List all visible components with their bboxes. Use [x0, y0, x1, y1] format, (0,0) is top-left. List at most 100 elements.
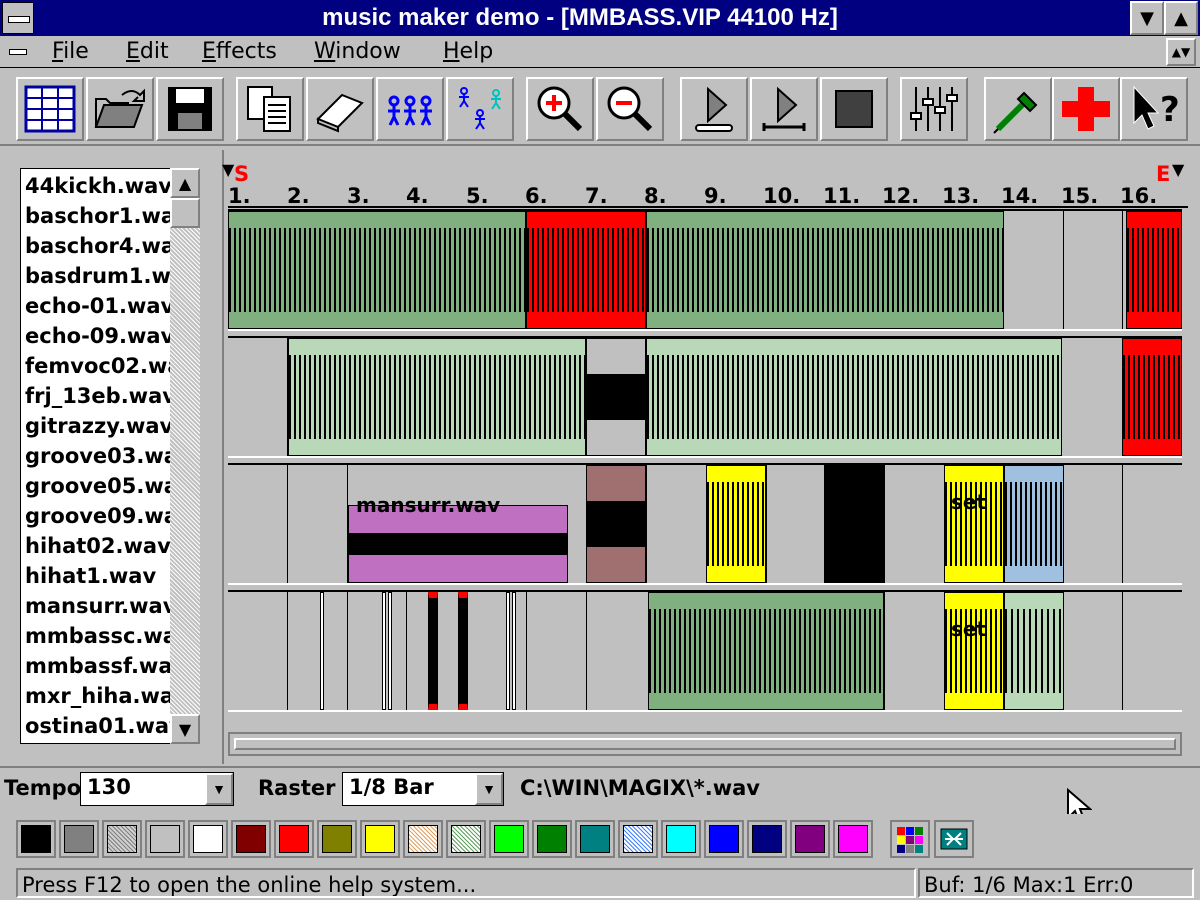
- color-swatch[interactable]: [575, 820, 615, 858]
- color-swatch[interactable]: [532, 820, 572, 858]
- list-item[interactable]: gitrazzy.wav: [25, 411, 173, 441]
- raster-combo[interactable]: 1/8 Bar ▼: [342, 772, 504, 806]
- timeline-ruler[interactable]: ▼ S E ▼ 1. 2. 3. 4. 5. 6. 7. 8. 9. 10. 1…: [222, 160, 1188, 208]
- list-item[interactable]: hihat02.wav: [25, 531, 171, 561]
- audio-clip[interactable]: [586, 465, 646, 583]
- audio-clip[interactable]: [388, 592, 392, 710]
- zoom-in-button[interactable]: [526, 77, 594, 141]
- track-4[interactable]: set: [228, 590, 1182, 712]
- list-item[interactable]: hihat1.wav: [25, 561, 156, 591]
- audio-clip[interactable]: set: [944, 465, 1004, 583]
- menu-window[interactable]: Window: [314, 36, 401, 68]
- scroll-up-button[interactable]: ▲: [170, 168, 200, 198]
- color-swatch[interactable]: [188, 820, 228, 858]
- play-range-button[interactable]: [750, 77, 818, 141]
- maximize-button[interactable]: ▲: [1164, 1, 1198, 35]
- color-swatch[interactable]: [618, 820, 658, 858]
- color-swatch[interactable]: [833, 820, 873, 858]
- tempo-dropdown-button[interactable]: ▼: [205, 773, 233, 805]
- list-item[interactable]: mxr_hiha.wav: [25, 681, 188, 711]
- audio-clip[interactable]: [458, 592, 468, 710]
- list-item[interactable]: baschor1.wav: [25, 201, 189, 231]
- scroll-thumb[interactable]: [170, 198, 200, 228]
- list-item[interactable]: 44kickh.wav: [25, 171, 172, 201]
- audio-clip[interactable]: [824, 465, 884, 583]
- document-system-menu-button[interactable]: [6, 42, 32, 62]
- color-swatch[interactable]: [790, 820, 830, 858]
- wave-tool-button[interactable]: [934, 820, 974, 858]
- pipette-button[interactable]: [984, 77, 1052, 141]
- menu-help[interactable]: Help: [443, 36, 493, 68]
- audio-clip[interactable]: [382, 592, 386, 710]
- audio-clip[interactable]: [228, 211, 526, 329]
- color-swatch[interactable]: [489, 820, 529, 858]
- audio-clip[interactable]: [320, 592, 324, 710]
- list-item[interactable]: groove09.wav: [25, 501, 192, 531]
- color-swatch[interactable]: [747, 820, 787, 858]
- open-button[interactable]: [86, 77, 154, 141]
- list-item[interactable]: groove05.wav: [25, 471, 192, 501]
- scroll-track[interactable]: [170, 198, 200, 714]
- color-swatch[interactable]: [661, 820, 701, 858]
- audio-clip[interactable]: [1004, 592, 1064, 710]
- group-button[interactable]: [376, 77, 444, 141]
- minimize-button[interactable]: ▼: [1130, 1, 1164, 35]
- track-3[interactable]: mansurr.wav set: [228, 463, 1182, 585]
- save-button[interactable]: [156, 77, 224, 141]
- audio-clip[interactable]: [428, 592, 438, 710]
- audio-clip[interactable]: [526, 211, 646, 329]
- audio-clip[interactable]: [646, 338, 1062, 456]
- menu-file[interactable]: File: [52, 36, 89, 68]
- list-item[interactable]: mmbassc.wav: [25, 621, 191, 651]
- horizontal-scroll-thumb[interactable]: [234, 738, 1176, 750]
- color-swatch[interactable]: [403, 820, 443, 858]
- color-swatch[interactable]: [231, 820, 271, 858]
- list-item[interactable]: mansurr.wav: [25, 591, 176, 621]
- system-menu-button[interactable]: [2, 2, 34, 34]
- audio-clip[interactable]: [512, 592, 516, 710]
- audio-clip[interactable]: [1004, 465, 1064, 583]
- color-swatch[interactable]: [145, 820, 185, 858]
- raster-dropdown-button[interactable]: ▼: [475, 773, 503, 805]
- audio-clip[interactable]: [1126, 211, 1182, 329]
- color-swatch[interactable]: [446, 820, 486, 858]
- list-item[interactable]: groove03.wav: [25, 441, 192, 471]
- track-1[interactable]: [228, 209, 1182, 331]
- menu-edit[interactable]: Edit: [126, 36, 169, 68]
- track-2[interactable]: [228, 336, 1182, 458]
- end-marker[interactable]: E: [1156, 162, 1170, 186]
- eraser-button[interactable]: [306, 77, 374, 141]
- scroll-down-button[interactable]: ▼: [170, 714, 200, 744]
- audio-clip[interactable]: [1122, 338, 1182, 456]
- file-list-scrollbar[interactable]: ▲ ▼: [170, 168, 200, 744]
- stop-button[interactable]: [820, 77, 888, 141]
- mixer-button[interactable]: [900, 77, 968, 141]
- horizontal-scrollbar[interactable]: [228, 732, 1182, 756]
- delete-button[interactable]: [1052, 77, 1120, 141]
- list-item[interactable]: baschor4.wav: [25, 231, 189, 261]
- color-swatch[interactable]: [274, 820, 314, 858]
- color-swatch[interactable]: [16, 820, 56, 858]
- restore-button[interactable]: ▲▼: [1166, 38, 1196, 66]
- audio-clip[interactable]: [586, 338, 646, 456]
- play-button[interactable]: [680, 77, 748, 141]
- copy-button[interactable]: [236, 77, 304, 141]
- color-swatch[interactable]: [102, 820, 142, 858]
- color-picker-button[interactable]: [890, 820, 930, 858]
- tempo-value[interactable]: 130: [87, 775, 131, 799]
- audio-clip[interactable]: set: [944, 592, 1004, 710]
- zoom-out-button[interactable]: [596, 77, 664, 141]
- list-item[interactable]: echo-01.wav: [25, 291, 174, 321]
- ungroup-button[interactable]: [446, 77, 514, 141]
- audio-clip[interactable]: [706, 465, 766, 583]
- list-item[interactable]: ostina01.wav: [25, 711, 183, 741]
- audio-clip[interactable]: [288, 338, 586, 456]
- color-swatch[interactable]: [317, 820, 357, 858]
- tempo-combo[interactable]: 130 ▼: [80, 772, 234, 806]
- context-help-button[interactable]: ?: [1120, 77, 1188, 141]
- audio-clip[interactable]: [648, 592, 884, 710]
- list-item[interactable]: echo-09.wav: [25, 321, 174, 351]
- raster-value[interactable]: 1/8 Bar: [349, 775, 434, 799]
- list-item[interactable]: mmbassf.wav: [25, 651, 186, 681]
- menu-effects[interactable]: Effects: [202, 36, 277, 68]
